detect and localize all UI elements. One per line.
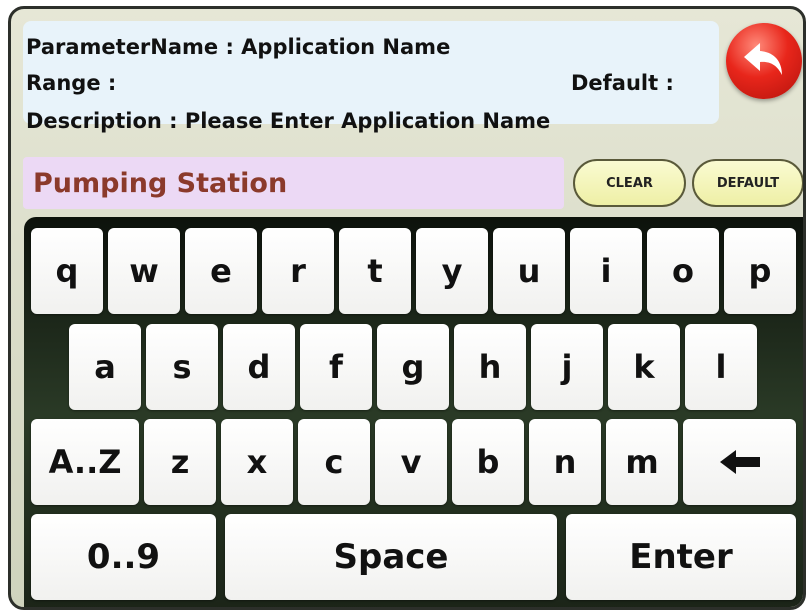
description-label: Description : Please Enter Application N…	[26, 109, 551, 133]
key-l[interactable]: l	[685, 324, 757, 410]
key-c[interactable]: c	[298, 419, 370, 505]
key-caps-toggle[interactable]: A..Z	[31, 419, 139, 505]
key-e[interactable]: e	[185, 228, 257, 314]
key-p[interactable]: p	[724, 228, 796, 314]
key-y[interactable]: y	[416, 228, 488, 314]
back-arrow-icon	[744, 43, 782, 75]
range-label: Range :	[26, 71, 117, 95]
key-d[interactable]: d	[223, 324, 295, 410]
key-s[interactable]: s	[146, 324, 218, 410]
value-input[interactable]	[23, 157, 564, 209]
key-r[interactable]: r	[262, 228, 334, 314]
key-space[interactable]: Space	[225, 514, 557, 600]
key-i[interactable]: i	[570, 228, 642, 314]
parameter-name-label: ParameterName : Application Name	[26, 35, 451, 59]
key-numbers-toggle[interactable]: 0..9	[31, 514, 216, 600]
key-z[interactable]: z	[144, 419, 216, 505]
default-button[interactable]: DEFAULT	[692, 159, 803, 207]
key-a[interactable]: a	[69, 324, 141, 410]
key-o[interactable]: o	[647, 228, 719, 314]
clear-button[interactable]: CLEAR	[573, 159, 686, 207]
key-g[interactable]: g	[377, 324, 449, 410]
key-t[interactable]: t	[339, 228, 411, 314]
key-q[interactable]: q	[31, 228, 103, 314]
key-backspace[interactable]	[683, 419, 796, 505]
key-b[interactable]: b	[452, 419, 524, 505]
key-v[interactable]: v	[375, 419, 447, 505]
key-f[interactable]: f	[300, 324, 372, 410]
on-screen-keyboard: q w e r t y u i o p a s d f g h j k l A.…	[24, 217, 803, 607]
key-n[interactable]: n	[529, 419, 601, 505]
key-enter[interactable]: Enter	[566, 514, 796, 600]
key-x[interactable]: x	[221, 419, 293, 505]
keypad-dialog: ParameterName : Application Name Range :…	[8, 6, 806, 610]
key-h[interactable]: h	[454, 324, 526, 410]
parameter-info-panel: ParameterName : Application Name Range :…	[23, 21, 719, 133]
key-w[interactable]: w	[108, 228, 180, 314]
default-label: Default :	[571, 71, 674, 95]
key-k[interactable]: k	[608, 324, 680, 410]
backspace-arrow-icon	[719, 450, 760, 474]
back-button[interactable]	[726, 23, 802, 99]
key-m[interactable]: m	[606, 419, 678, 505]
key-u[interactable]: u	[493, 228, 565, 314]
key-j[interactable]: j	[531, 324, 603, 410]
